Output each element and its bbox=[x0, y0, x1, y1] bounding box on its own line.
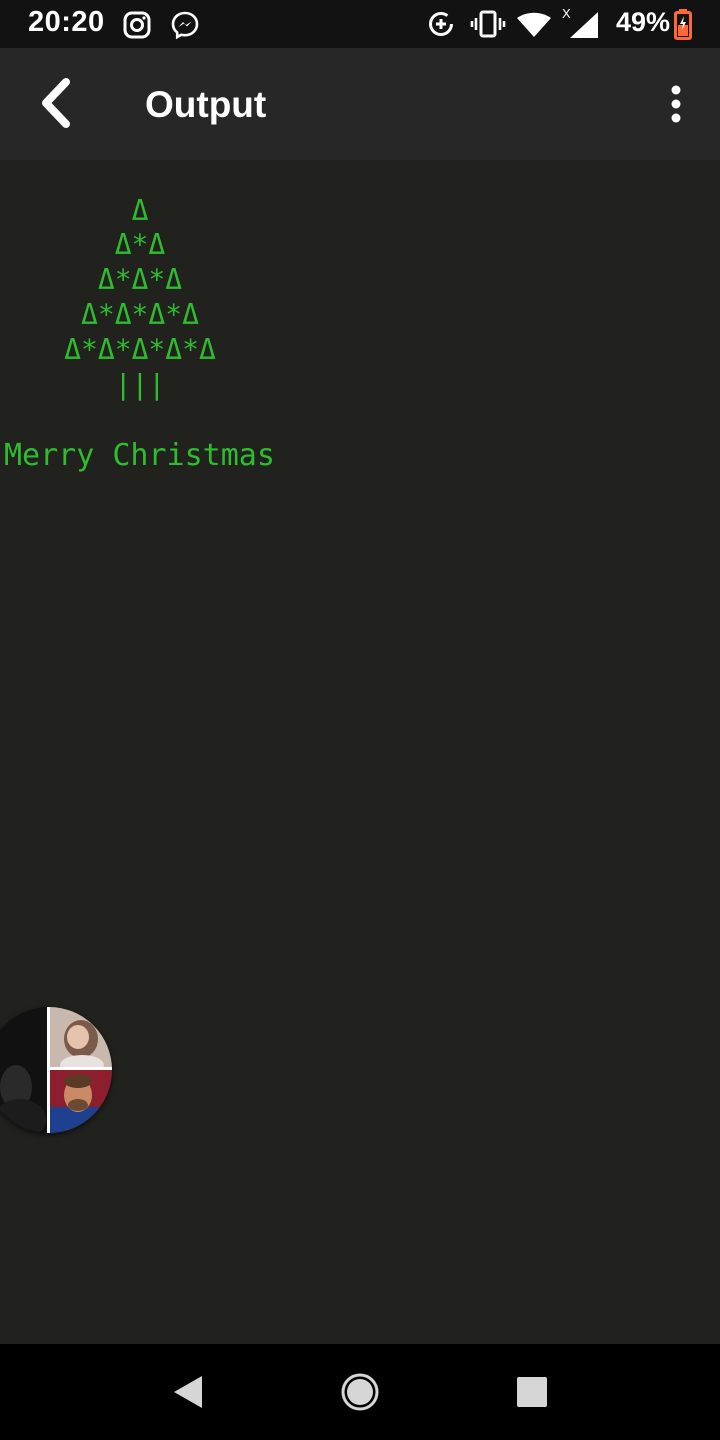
svg-text:X: X bbox=[562, 6, 571, 21]
signal-icon: X bbox=[560, 6, 600, 43]
status-time: 20:20 bbox=[28, 6, 105, 38]
instagram-icon bbox=[122, 10, 152, 45]
output-console[interactable]: Δ Δ*Δ Δ*Δ*Δ Δ*Δ*Δ*Δ Δ*Δ*Δ*Δ*Δ ||| Merry … bbox=[0, 160, 720, 1344]
tree-line: Δ*Δ*Δ*Δ bbox=[80, 298, 199, 331]
page-title: Output bbox=[145, 84, 267, 125]
vibrate-icon bbox=[470, 10, 506, 43]
tree-trunk: ||| bbox=[114, 368, 166, 401]
battery-icon bbox=[674, 8, 692, 45]
more-vertical-icon bbox=[671, 85, 681, 123]
nav-home-button[interactable] bbox=[334, 1366, 386, 1418]
tree-line: Δ*Δ bbox=[114, 228, 166, 261]
tree-line: Δ bbox=[131, 194, 149, 227]
tree-line: Δ*Δ*Δ*Δ*Δ bbox=[64, 333, 216, 366]
wifi-icon bbox=[516, 12, 552, 43]
chevron-left-icon bbox=[42, 78, 70, 128]
battery-percent: 49% bbox=[616, 7, 671, 37]
tree-line: Δ*Δ*Δ bbox=[97, 263, 183, 296]
nav-recents-button[interactable] bbox=[506, 1366, 558, 1418]
data-saver-icon bbox=[427, 10, 455, 43]
navigation-bar bbox=[0, 1344, 720, 1440]
overflow-menu-button[interactable] bbox=[652, 76, 700, 132]
recents-square-icon bbox=[517, 1377, 547, 1407]
app-bar: Output bbox=[0, 48, 720, 160]
status-bar: 20:20 X 49% bbox=[0, 0, 720, 48]
home-circle-icon bbox=[341, 1373, 379, 1411]
screen: 20:20 X 49% Output Δ Δ*Δ Δ*Δ*Δ Δ*Δ*Δ*Δ Δ… bbox=[0, 0, 720, 1440]
output-message: Merry Christmas bbox=[4, 438, 275, 473]
nav-back-button[interactable] bbox=[168, 1366, 220, 1418]
messenger-icon bbox=[170, 10, 200, 45]
back-triangle-icon bbox=[174, 1376, 202, 1408]
back-button[interactable] bbox=[22, 68, 92, 138]
